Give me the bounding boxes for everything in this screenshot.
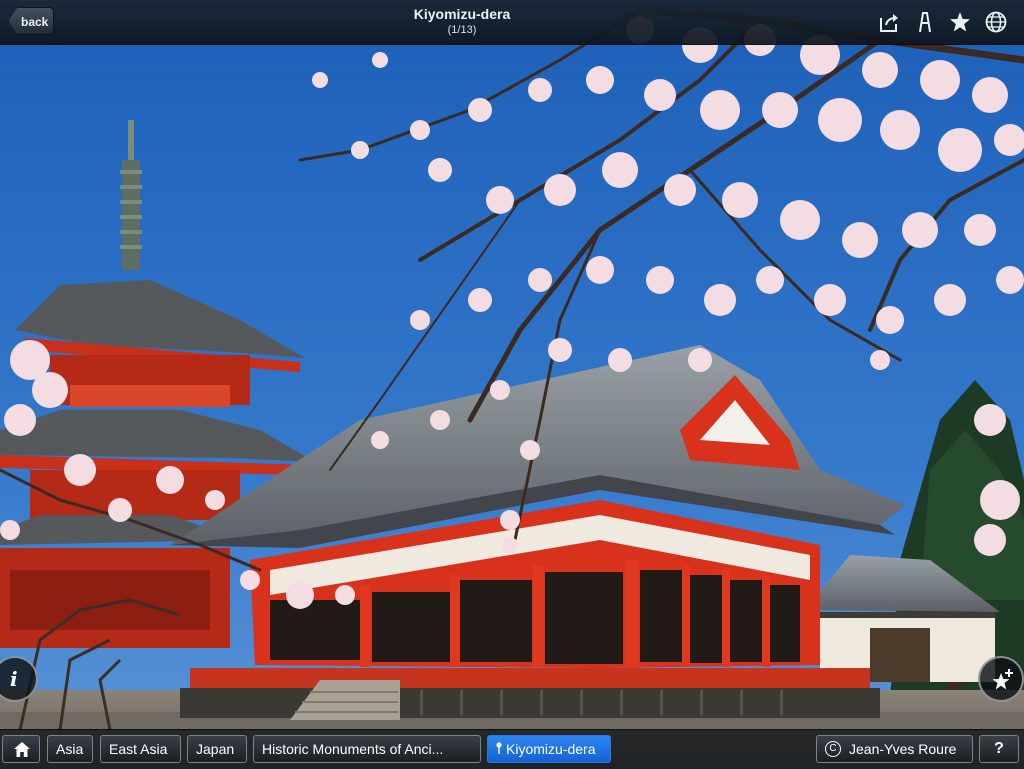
home-icon — [14, 742, 30, 757]
photo-credit-button[interactable]: C Jean-Yves Roure — [816, 735, 973, 763]
back-button[interactable]: back — [8, 7, 54, 35]
text-size-icon[interactable] — [913, 10, 937, 34]
breadcrumb-home-button[interactable] — [2, 735, 40, 763]
page-title: Kiyomizu-dera — [413, 6, 511, 22]
breadcrumb-bar: Asia East Asia Japan Historic Monuments … — [0, 729, 1024, 769]
breadcrumb-item-historic-monuments[interactable]: Historic Monuments of Anci... — [253, 735, 481, 763]
title-area: Kiyomizu-dera (1/13) — [312, 5, 612, 37]
breadcrumb-item-east-asia[interactable]: East Asia — [100, 735, 181, 763]
star-icon[interactable] — [948, 10, 972, 34]
help-button[interactable]: ? — [979, 735, 1019, 763]
star-plus-icon — [992, 669, 1013, 690]
breadcrumb-item-current[interactable]: Kiyomizu-dera — [487, 735, 611, 763]
photo-credit-label: Jean-Yves Roure — [849, 741, 957, 757]
page-counter: (1/13) — [447, 24, 477, 36]
location-pin-icon — [496, 736, 502, 762]
photo-kiyomizu-dera — [0, 0, 1024, 768]
breadcrumb-item-japan[interactable]: Japan — [187, 735, 247, 763]
info-icon: i — [10, 667, 18, 691]
top-navigation-bar: back Kiyomizu-dera (1/13) — [0, 0, 1024, 45]
globe-icon[interactable] — [984, 10, 1008, 34]
breadcrumb-item-asia[interactable]: Asia — [47, 735, 93, 763]
breadcrumb-current-label: Kiyomizu-dera — [506, 741, 596, 757]
add-favorite-button[interactable] — [978, 656, 1024, 702]
share-icon[interactable] — [877, 10, 901, 34]
copyright-icon: C — [825, 741, 841, 757]
